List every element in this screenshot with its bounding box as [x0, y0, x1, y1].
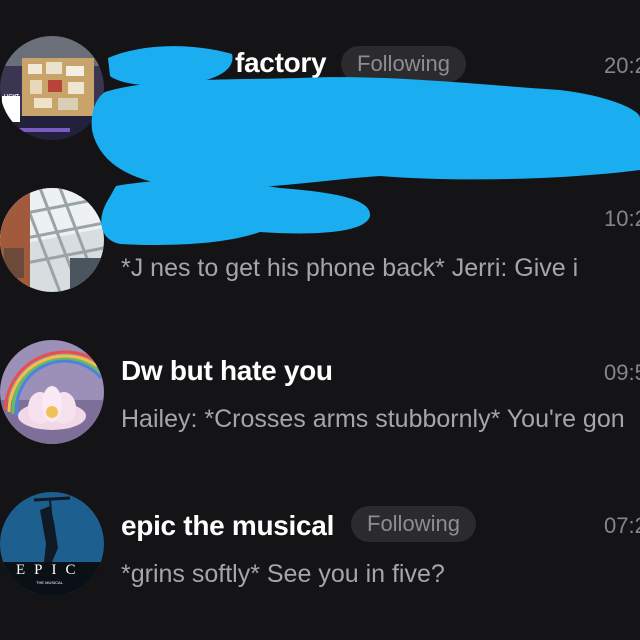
chat-preview: Hailey: *Crosses arms stubbornly* You're…	[121, 405, 625, 433]
avatar-logo-sub: THE MUSICAL	[36, 580, 63, 585]
chat-time: 07:2	[604, 513, 640, 538]
rainbow-lotus-avatar[interactable]	[0, 340, 104, 444]
chat-row-2[interactable]: 10:2 *J nes to get his phone back* Jerri…	[0, 150, 640, 300]
chat-title: Dw but hate you	[121, 355, 333, 386]
avatar-logo-text: EPIC	[16, 562, 85, 578]
chat-list: LIGHT factory Following 20:2	[0, 0, 640, 640]
building-ceiling-avatar[interactable]	[0, 188, 104, 292]
chat-title: epic the musical	[121, 510, 335, 541]
chat-time: 10:2	[604, 206, 640, 231]
bulletin-board-room-avatar[interactable]: LIGHT	[0, 36, 104, 140]
chat-title: factory	[235, 47, 327, 78]
chat-preview: *J nes to get his phone back* Jerri: Giv…	[121, 254, 579, 282]
following-badge: Following	[341, 46, 466, 82]
chat-time: 20:2	[604, 53, 640, 78]
chat-time: 09:5	[604, 360, 640, 385]
chat-row-dw-but-hate-you[interactable]: Dw but hate you 09:5 Hailey: *Crosses ar…	[0, 300, 640, 450]
chat-row-factory[interactable]: LIGHT factory Following 20:2	[0, 0, 640, 150]
chat-row-epic-the-musical[interactable]: EPIC THE MUSICAL epic the musical Follow…	[0, 450, 640, 600]
avatar-caption: LIGHT	[4, 94, 19, 100]
epic-musical-logo-avatar[interactable]: EPIC THE MUSICAL	[0, 492, 104, 596]
following-badge: Following	[351, 506, 476, 542]
chat-preview: *grins softly* See you in five?	[121, 560, 445, 588]
